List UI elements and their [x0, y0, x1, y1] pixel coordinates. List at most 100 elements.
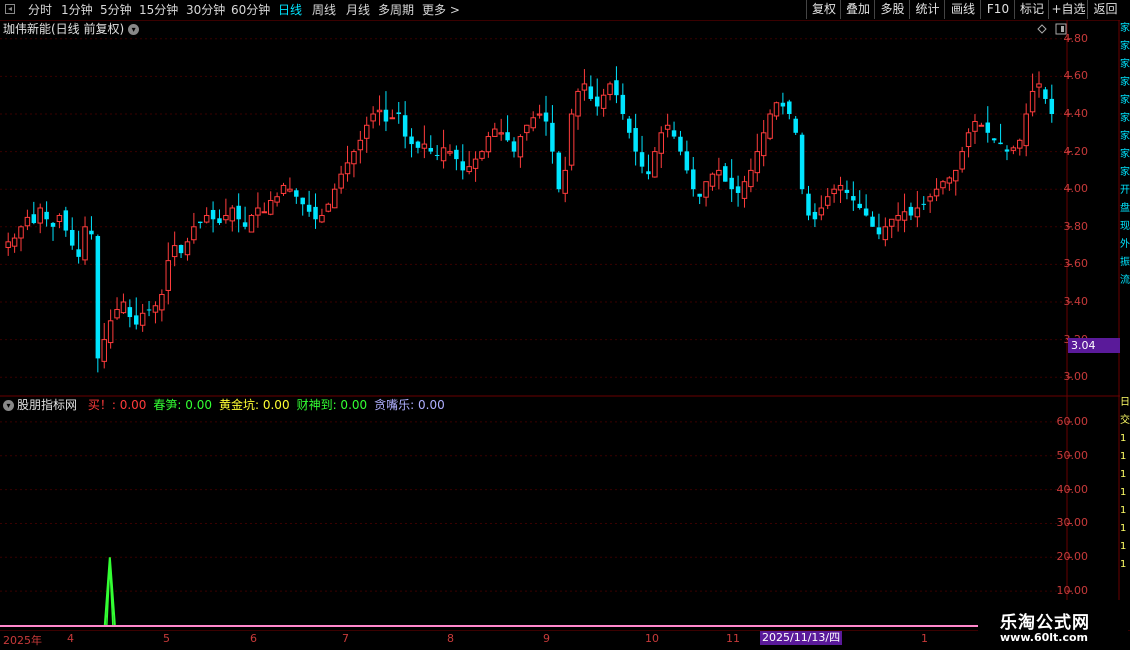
candle-body	[24, 216, 31, 227]
candle-body	[844, 189, 850, 193]
candle-body	[754, 151, 761, 174]
strip-lower-char-2: 1	[1120, 433, 1127, 444]
candle-body	[914, 207, 921, 218]
date-label-3: 6	[250, 632, 257, 645]
strip-lower-char-4: 1	[1120, 469, 1127, 480]
candle-body	[338, 173, 344, 189]
strip-char-5: 家	[1120, 113, 1130, 124]
candle-body	[466, 166, 472, 173]
candle-body	[31, 214, 37, 224]
candle-body	[684, 151, 690, 171]
candle-body	[1017, 139, 1023, 149]
candle-body	[658, 132, 664, 154]
candle-body	[11, 237, 18, 247]
candle-body	[876, 227, 882, 235]
candle-body	[229, 207, 236, 222]
candle-body	[940, 181, 946, 189]
candle-body	[831, 188, 837, 195]
candle-body	[409, 136, 414, 145]
diamond-icon[interactable]	[1037, 24, 1047, 34]
candle-body	[946, 177, 953, 184]
price-tick-6: 3.60	[1063, 257, 1089, 271]
date-label-0: 2025年	[3, 634, 42, 647]
candle-body	[1023, 113, 1029, 147]
candle-body	[198, 221, 203, 224]
candle-body	[575, 90, 581, 117]
candle-body	[351, 151, 357, 165]
candle-body	[306, 204, 312, 212]
candle-body	[818, 207, 825, 216]
candle-body	[1004, 149, 1010, 152]
candle-body	[927, 196, 933, 202]
candle-body	[485, 136, 492, 153]
candle-body	[921, 203, 926, 205]
candle-body	[709, 173, 716, 187]
candle-body	[415, 141, 421, 148]
candle-body	[985, 122, 991, 133]
indicator-tick-5: 10.00	[1056, 584, 1089, 598]
candle-body	[280, 184, 287, 194]
candle-body	[313, 206, 318, 220]
candle-body	[492, 128, 498, 137]
candle-body	[210, 209, 216, 220]
candle-body	[863, 208, 869, 216]
strip-char-1: 家	[1120, 41, 1130, 52]
candle-body	[908, 206, 914, 216]
price-tick-2: 4.40	[1063, 107, 1089, 120]
candle-body	[991, 138, 997, 141]
candle-body	[223, 215, 229, 221]
price-tick-3: 4.20	[1063, 144, 1089, 158]
indicator-tick-0: 60.00	[1056, 414, 1089, 428]
kline-chart[interactable]	[0, 0, 1130, 650]
price-tick-4: 4.00	[1063, 182, 1089, 196]
candle-body	[978, 124, 985, 127]
candle-body	[1029, 90, 1036, 113]
candle-body	[396, 112, 401, 114]
candle-body	[460, 161, 466, 171]
candle-body	[1036, 83, 1042, 88]
candle-body	[146, 309, 152, 311]
candle-body	[101, 339, 107, 362]
candle-body	[331, 188, 338, 209]
candle-body	[236, 205, 241, 220]
candle-body	[287, 188, 293, 192]
candle-body	[505, 132, 510, 141]
candle-body	[319, 215, 325, 223]
watermark-title: 乐淘公式网	[1000, 613, 1090, 633]
price-tick-0: 4.80	[1063, 31, 1089, 45]
strip-lower-char-1: 交	[1120, 415, 1130, 426]
strip-char-4: 家	[1120, 95, 1130, 106]
candle-body	[959, 151, 965, 170]
candle-body	[325, 203, 332, 212]
candle-body	[646, 171, 651, 175]
candle-body	[294, 190, 299, 197]
candle-body	[479, 151, 485, 159]
candle-body	[434, 154, 440, 156]
candle-body	[607, 83, 613, 95]
candle-body	[562, 169, 568, 194]
candle-body	[664, 124, 671, 130]
strip-lower-char-9: 1	[1120, 559, 1127, 570]
candle-body	[440, 147, 447, 162]
candle-body	[370, 113, 376, 122]
candle-body	[671, 130, 677, 137]
candle-body	[242, 222, 248, 227]
candle-body	[134, 315, 139, 325]
strip-char-10: 盘	[1120, 203, 1130, 214]
candle-body	[120, 301, 127, 314]
candle-body	[729, 177, 734, 190]
candle-body	[261, 211, 268, 214]
candle-body	[851, 196, 856, 201]
candle-body	[953, 169, 959, 182]
candle-body	[748, 169, 754, 188]
candle-body	[581, 83, 588, 91]
candle-body	[741, 181, 748, 199]
candle-body	[344, 162, 351, 175]
strip-char-7: 家	[1120, 149, 1130, 160]
candle-body	[472, 158, 479, 169]
candle-body	[267, 199, 274, 215]
candle-body	[511, 141, 517, 152]
candle-body	[824, 196, 831, 206]
price-tick-5: 3.80	[1063, 219, 1089, 233]
indicator-tick-2: 40.00	[1056, 482, 1089, 496]
